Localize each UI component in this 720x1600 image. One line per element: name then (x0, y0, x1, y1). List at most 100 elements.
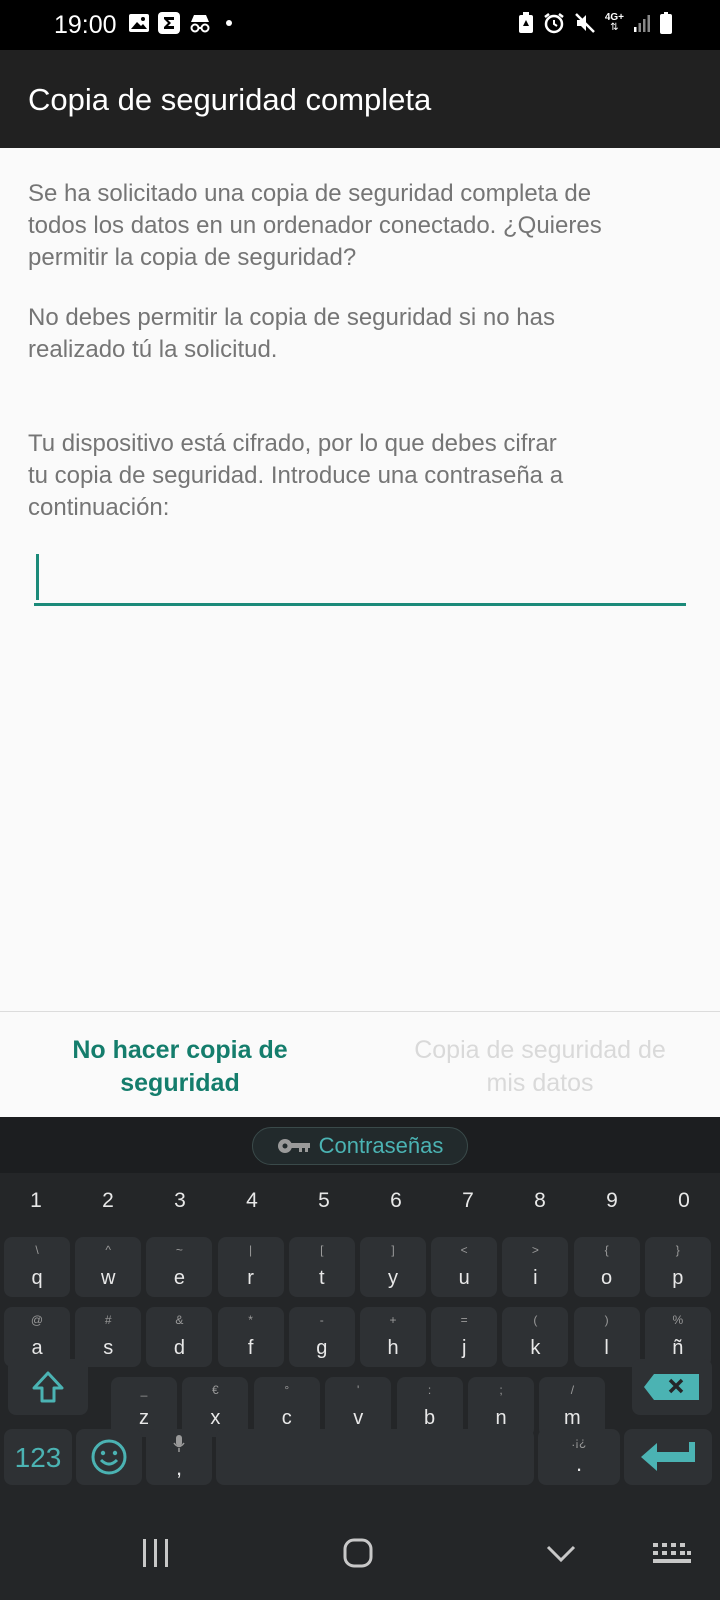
backspace-key[interactable] (632, 1359, 712, 1415)
key-symbol: ^ (105, 1243, 111, 1257)
key-8[interactable]: 8 (504, 1183, 576, 1219)
period-key[interactable]: .¡¿ . (538, 1429, 620, 1485)
key-char: o (601, 1267, 613, 1289)
key-p[interactable]: } p (644, 1237, 711, 1297)
key-symbol: # (104, 1313, 112, 1327)
key-5[interactable]: 5 (288, 1183, 360, 1219)
key-c[interactable]: ° c (253, 1377, 320, 1437)
key-e[interactable]: ~ e (146, 1237, 213, 1297)
key-y[interactable]: ] y (360, 1237, 426, 1297)
notification-dot (226, 20, 232, 26)
text-cursor (36, 554, 39, 600)
key-symbol: * (248, 1313, 253, 1327)
key-symbol: | (249, 1243, 253, 1257)
passwords-chip[interactable]: Contraseñas (252, 1127, 468, 1165)
gallery-icon (129, 14, 149, 32)
deny-backup-button[interactable]: No hacer copia de seguridad (15, 1034, 345, 1100)
backup-my-data-label: Copia de seguridad de mis datos (414, 1036, 666, 1097)
key-m[interactable]: / m (539, 1377, 606, 1437)
key-j[interactable]: = j (431, 1307, 498, 1367)
mode-switch-key[interactable]: 123 (4, 1429, 72, 1485)
password-field[interactable] (34, 554, 686, 606)
recent-apps-icon[interactable] (141, 1538, 171, 1568)
period-sym: .¡¿ (571, 1435, 587, 1449)
key-symbol: ] (391, 1243, 395, 1257)
key-7[interactable]: 7 (432, 1183, 504, 1219)
key-g[interactable]: -g (288, 1307, 355, 1367)
key-q[interactable]: \ q (4, 1237, 70, 1297)
key-h[interactable]: + h (360, 1307, 426, 1367)
key-i[interactable]: > i (502, 1237, 569, 1297)
key-v[interactable]: ' v (325, 1377, 392, 1437)
key-o[interactable]: {o (573, 1237, 640, 1297)
key-r[interactable]: | r (217, 1237, 284, 1297)
key-t[interactable]: [t (288, 1237, 355, 1297)
key-char: e (173, 1267, 185, 1289)
key-b[interactable]: :b (396, 1377, 463, 1437)
key-char: v (353, 1407, 364, 1429)
key-char: w (100, 1267, 116, 1289)
emoji-key[interactable] (76, 1429, 142, 1485)
shift-key[interactable] (8, 1359, 88, 1415)
mode-switch-label: 123 (14, 1442, 62, 1473)
key-symbol: ( (533, 1313, 538, 1327)
hide-keyboard-icon[interactable] (545, 1544, 577, 1564)
key-symbol: ) (604, 1313, 609, 1327)
home-icon[interactable] (342, 1537, 374, 1569)
key-char: j (461, 1337, 467, 1359)
app-bar: Copia de seguridad completa (0, 50, 720, 148)
comma-label: , (175, 1455, 183, 1480)
space-key[interactable] (216, 1429, 534, 1485)
deny-backup-label: No hacer copia de seguridad (72, 1036, 288, 1097)
backspace-icon (644, 1374, 699, 1400)
enter-key[interactable] (624, 1429, 712, 1485)
key-char: z (139, 1407, 149, 1429)
status-time: 19:00 (54, 11, 117, 39)
key-symbol: } (675, 1243, 680, 1257)
key-l[interactable]: ) l (573, 1307, 640, 1367)
key-a[interactable]: @ a (4, 1307, 70, 1367)
key-char: s (103, 1337, 114, 1359)
emoji-icon (91, 1439, 127, 1475)
backup-my-data-button[interactable]: Copia de seguridad de mis datos (375, 1034, 705, 1100)
enter-icon (641, 1442, 695, 1471)
keyboard: Contraseñas 1 2 3 4 5 6 7 8 9 0 \ q ^ w ~ e | r[t] y < u > i{o… (0, 1117, 720, 1510)
key-x[interactable]: € x (182, 1377, 249, 1437)
key-2[interactable]: 2 (72, 1183, 144, 1219)
passwords-chip-label: Contraseñas (318, 1133, 444, 1158)
keyboard-select-icon[interactable] (652, 1542, 692, 1566)
key-symbol: @ (30, 1313, 44, 1327)
key-k[interactable]: (k (502, 1307, 569, 1367)
key-char: f (247, 1337, 254, 1359)
key-char: y (388, 1267, 398, 1289)
key-symbol: € (212, 1383, 219, 1397)
key-4[interactable]: 4 (216, 1183, 288, 1219)
key-u[interactable]: < u (431, 1237, 498, 1297)
mute-icon (574, 13, 595, 33)
key-1[interactable]: 1 (0, 1183, 72, 1219)
key-w[interactable]: ^ w (75, 1237, 142, 1297)
key-char: k (530, 1337, 541, 1359)
key-symbol: ' (357, 1383, 360, 1397)
key-6[interactable]: 6 (360, 1183, 432, 1219)
key-n[interactable]: ; n (468, 1377, 534, 1437)
key-s[interactable]: # s (75, 1307, 142, 1367)
encryption-instructions-text: Tu dispositivo está cifrado, por lo que … (28, 430, 564, 521)
key-symbol: \ (35, 1243, 39, 1257)
key-symbol: < (460, 1243, 468, 1257)
alarm-icon (544, 13, 564, 34)
key-d[interactable]: & d (146, 1307, 213, 1367)
key-ñ[interactable]: % ñ (644, 1307, 711, 1367)
key-char: q (31, 1267, 43, 1289)
key-3[interactable]: 3 (144, 1183, 216, 1219)
key-z[interactable]: _ z (111, 1377, 177, 1437)
key-f[interactable]: * f (217, 1307, 284, 1367)
key-9[interactable]: 9 (576, 1183, 648, 1219)
page-title: Copia de seguridad completa (28, 82, 432, 117)
microphone-icon (173, 1435, 185, 1452)
key-0[interactable]: 0 (648, 1183, 720, 1219)
status-bar: 19:00 4G+ ⇅ (0, 0, 720, 50)
status-icons-left (128, 12, 232, 34)
warning-text: No debes permitir la copia de seguridad … (28, 304, 555, 363)
comma-key[interactable]: , (146, 1429, 212, 1485)
